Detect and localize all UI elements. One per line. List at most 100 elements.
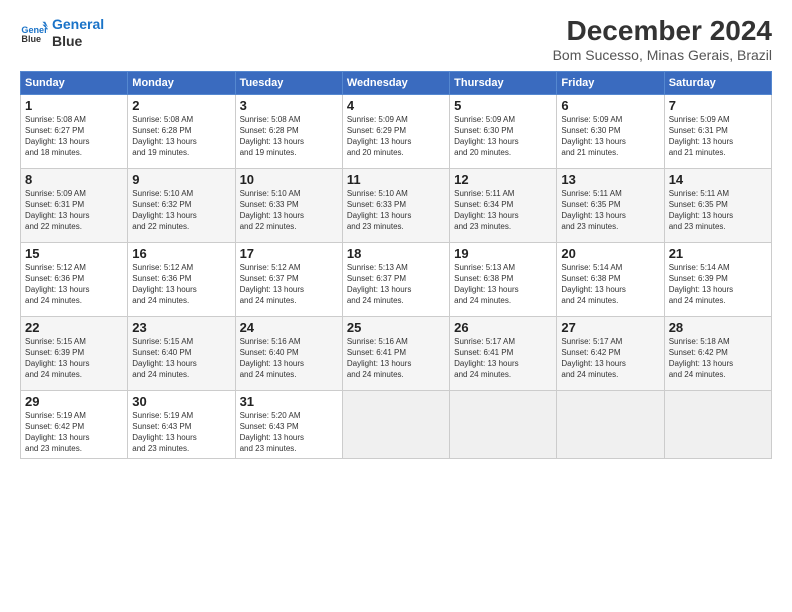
- day-number: 28: [669, 320, 767, 335]
- day-number: 8: [25, 172, 123, 187]
- calendar-table: SundayMondayTuesdayWednesdayThursdayFrid…: [20, 71, 772, 459]
- calendar-cell: 24 Sunrise: 5:16 AMSunset: 6:40 PMDayligh…: [235, 316, 342, 390]
- calendar-cell: 8 Sunrise: 5:09 AMSunset: 6:31 PMDaylight…: [21, 168, 128, 242]
- day-number: 15: [25, 246, 123, 261]
- day-info: Sunrise: 5:17 AMSunset: 6:42 PMDaylight:…: [561, 337, 625, 380]
- day-number: 29: [25, 394, 123, 409]
- day-info: Sunrise: 5:16 AMSunset: 6:41 PMDaylight:…: [347, 337, 411, 380]
- day-number: 24: [240, 320, 338, 335]
- day-info: Sunrise: 5:19 AMSunset: 6:43 PMDaylight:…: [132, 411, 196, 454]
- day-number: 12: [454, 172, 552, 187]
- day-info: Sunrise: 5:12 AMSunset: 6:36 PMDaylight:…: [25, 263, 89, 306]
- day-info: Sunrise: 5:08 AMSunset: 6:27 PMDaylight:…: [25, 115, 89, 158]
- day-number: 17: [240, 246, 338, 261]
- page: General Blue General Blue December 2024 …: [0, 0, 792, 612]
- logo: General Blue General Blue: [20, 16, 104, 50]
- calendar-cell: 7 Sunrise: 5:09 AMSunset: 6:31 PMDaylight…: [664, 94, 771, 168]
- day-number: 4: [347, 98, 445, 113]
- day-info: Sunrise: 5:09 AMSunset: 6:30 PMDaylight:…: [454, 115, 518, 158]
- day-number: 6: [561, 98, 659, 113]
- day-number: 3: [240, 98, 338, 113]
- col-header-wednesday: Wednesday: [342, 71, 449, 94]
- col-header-sunday: Sunday: [21, 71, 128, 94]
- day-number: 26: [454, 320, 552, 335]
- day-number: 23: [132, 320, 230, 335]
- day-info: Sunrise: 5:16 AMSunset: 6:40 PMDaylight:…: [240, 337, 304, 380]
- calendar-cell: [342, 390, 449, 458]
- day-number: 9: [132, 172, 230, 187]
- calendar-cell: 29 Sunrise: 5:19 AMSunset: 6:42 PMDayligh…: [21, 390, 128, 458]
- calendar-cell: 6 Sunrise: 5:09 AMSunset: 6:30 PMDaylight…: [557, 94, 664, 168]
- calendar-cell: 12 Sunrise: 5:11 AMSunset: 6:34 PMDayligh…: [450, 168, 557, 242]
- calendar-cell: 3 Sunrise: 5:08 AMSunset: 6:28 PMDaylight…: [235, 94, 342, 168]
- main-title: December 2024: [553, 16, 772, 47]
- calendar-cell: 30 Sunrise: 5:19 AMSunset: 6:43 PMDayligh…: [128, 390, 235, 458]
- calendar-cell: 15 Sunrise: 5:12 AMSunset: 6:36 PMDayligh…: [21, 242, 128, 316]
- day-number: 16: [132, 246, 230, 261]
- day-info: Sunrise: 5:15 AMSunset: 6:40 PMDaylight:…: [132, 337, 196, 380]
- calendar-cell: 28 Sunrise: 5:18 AMSunset: 6:42 PMDayligh…: [664, 316, 771, 390]
- day-info: Sunrise: 5:10 AMSunset: 6:32 PMDaylight:…: [132, 189, 196, 232]
- calendar-cell: 23 Sunrise: 5:15 AMSunset: 6:40 PMDayligh…: [128, 316, 235, 390]
- calendar-cell: 11Sunrise: 5:10 AMSunset: 6:33 PMDayligh…: [342, 168, 449, 242]
- calendar-cell: 1 Sunrise: 5:08 AMSunset: 6:27 PMDaylight…: [21, 94, 128, 168]
- day-info: Sunrise: 5:13 AMSunset: 6:37 PMDaylight:…: [347, 263, 411, 306]
- calendar-cell: 31 Sunrise: 5:20 AMSunset: 6:43 PMDayligh…: [235, 390, 342, 458]
- day-info: Sunrise: 5:14 AMSunset: 6:38 PMDaylight:…: [561, 263, 625, 306]
- day-info: Sunrise: 5:14 AMSunset: 6:39 PMDaylight:…: [669, 263, 733, 306]
- day-info: Sunrise: 5:11 AMSunset: 6:35 PMDaylight:…: [561, 189, 625, 232]
- calendar-cell: 22Sunrise: 5:15 AMSunset: 6:39 PMDayligh…: [21, 316, 128, 390]
- calendar-cell: 27 Sunrise: 5:17 AMSunset: 6:42 PMDayligh…: [557, 316, 664, 390]
- calendar-cell: 19 Sunrise: 5:13 AMSunset: 6:38 PMDayligh…: [450, 242, 557, 316]
- header-row: SundayMondayTuesdayWednesdayThursdayFrid…: [21, 71, 772, 94]
- calendar-cell: 21 Sunrise: 5:14 AMSunset: 6:39 PMDayligh…: [664, 242, 771, 316]
- calendar-cell: [557, 390, 664, 458]
- day-number: 7: [669, 98, 767, 113]
- day-info: Sunrise: 5:09 AMSunset: 6:30 PMDaylight:…: [561, 115, 625, 158]
- day-info: Sunrise: 5:09 AMSunset: 6:31 PMDaylight:…: [25, 189, 89, 232]
- logo-line1: General: [52, 16, 104, 33]
- day-number: 20: [561, 246, 659, 261]
- day-number: 2: [132, 98, 230, 113]
- calendar-cell: 9 Sunrise: 5:10 AMSunset: 6:32 PMDaylight…: [128, 168, 235, 242]
- calendar-cell: [450, 390, 557, 458]
- calendar-cell: 4 Sunrise: 5:09 AMSunset: 6:29 PMDaylight…: [342, 94, 449, 168]
- day-info: Sunrise: 5:08 AMSunset: 6:28 PMDaylight:…: [132, 115, 196, 158]
- calendar-cell: 14Sunrise: 5:11 AMSunset: 6:35 PMDayligh…: [664, 168, 771, 242]
- day-number: 5: [454, 98, 552, 113]
- header: General Blue General Blue December 2024 …: [20, 16, 772, 63]
- day-info: Sunrise: 5:09 AMSunset: 6:31 PMDaylight:…: [669, 115, 733, 158]
- day-info: Sunrise: 5:09 AMSunset: 6:29 PMDaylight:…: [347, 115, 411, 158]
- day-info: Sunrise: 5:15 AMSunset: 6:39 PMDaylight:…: [25, 337, 89, 380]
- logo-icon: General Blue: [20, 19, 48, 47]
- day-info: Sunrise: 5:19 AMSunset: 6:42 PMDaylight:…: [25, 411, 89, 454]
- day-number: 14: [669, 172, 767, 187]
- day-number: 30: [132, 394, 230, 409]
- day-info: Sunrise: 5:18 AMSunset: 6:42 PMDaylight:…: [669, 337, 733, 380]
- day-number: 21: [669, 246, 767, 261]
- day-number: 1: [25, 98, 123, 113]
- day-info: Sunrise: 5:17 AMSunset: 6:41 PMDaylight:…: [454, 337, 518, 380]
- day-number: 10: [240, 172, 338, 187]
- calendar-cell: 17Sunrise: 5:12 AMSunset: 6:37 PMDayligh…: [235, 242, 342, 316]
- day-info: Sunrise: 5:11 AMSunset: 6:34 PMDaylight:…: [454, 189, 518, 232]
- calendar-cell: 2 Sunrise: 5:08 AMSunset: 6:28 PMDaylight…: [128, 94, 235, 168]
- title-block: December 2024 Bom Sucesso, Minas Gerais,…: [553, 16, 772, 63]
- calendar-cell: 16Sunrise: 5:12 AMSunset: 6:36 PMDayligh…: [128, 242, 235, 316]
- day-info: Sunrise: 5:13 AMSunset: 6:38 PMDaylight:…: [454, 263, 518, 306]
- day-number: 27: [561, 320, 659, 335]
- day-number: 11: [347, 172, 445, 187]
- day-number: 19: [454, 246, 552, 261]
- day-number: 13: [561, 172, 659, 187]
- calendar-cell: 26 Sunrise: 5:17 AMSunset: 6:41 PMDayligh…: [450, 316, 557, 390]
- day-info: Sunrise: 5:20 AMSunset: 6:43 PMDaylight:…: [240, 411, 304, 454]
- calendar-cell: 10 Sunrise: 5:10 AMSunset: 6:33 PMDayligh…: [235, 168, 342, 242]
- day-number: 31: [240, 394, 338, 409]
- calendar-cell: 18Sunrise: 5:13 AMSunset: 6:37 PMDayligh…: [342, 242, 449, 316]
- col-header-tuesday: Tuesday: [235, 71, 342, 94]
- day-number: 25: [347, 320, 445, 335]
- day-info: Sunrise: 5:08 AMSunset: 6:28 PMDaylight:…: [240, 115, 304, 158]
- day-info: Sunrise: 5:10 AMSunset: 6:33 PMDaylight:…: [240, 189, 304, 232]
- calendar-cell: 5 Sunrise: 5:09 AMSunset: 6:30 PMDaylight…: [450, 94, 557, 168]
- calendar-cell: 20 Sunrise: 5:14 AMSunset: 6:38 PMDayligh…: [557, 242, 664, 316]
